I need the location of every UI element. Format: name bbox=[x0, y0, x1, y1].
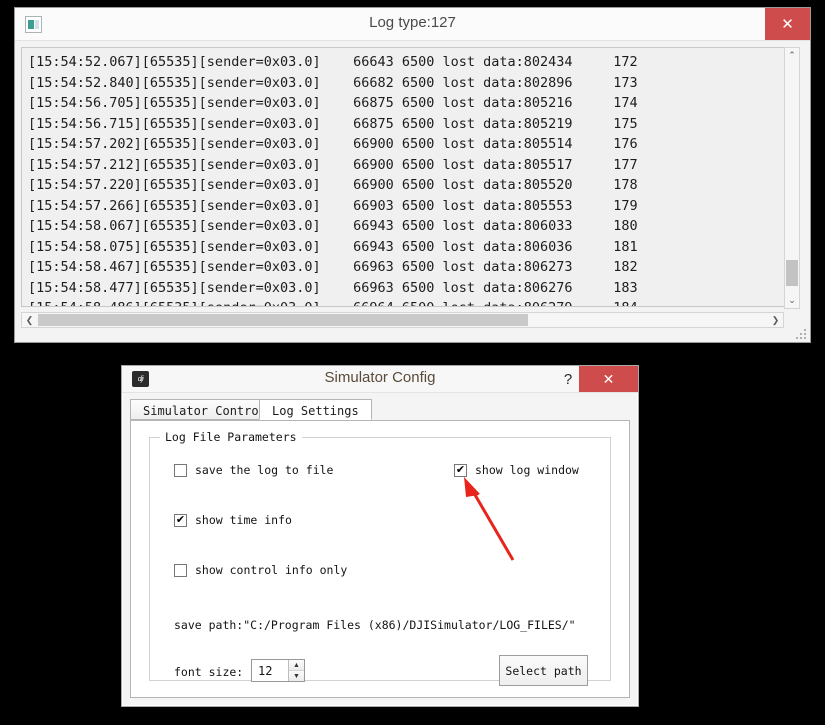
select-path-button[interactable]: Select path bbox=[499, 655, 588, 686]
checkbox-label: show time info bbox=[195, 513, 292, 527]
log-app-icon bbox=[25, 16, 42, 33]
checkbox-box-icon[interactable]: ✔ bbox=[174, 513, 187, 527]
log-window-titlebar[interactable]: Log type:127 ✕ bbox=[15, 8, 810, 41]
log-line: [15:54:58.467][65535][sender=0x03.0] 669… bbox=[28, 259, 638, 275]
font-size-label: font size: bbox=[174, 665, 244, 679]
config-dialog-titlebar[interactable]: dji Simulator Config ? ✕ bbox=[122, 366, 638, 393]
log-line: [15:54:57.266][65535][sender=0x03.0] 669… bbox=[28, 197, 638, 214]
dji-logo-icon: dji bbox=[132, 371, 149, 387]
config-dialog-content: Simulator Control Log Settings Log File … bbox=[130, 399, 630, 698]
resize-grip-icon[interactable] bbox=[796, 329, 806, 339]
log-vertical-scrollbar[interactable]: ⌃ ⌄ bbox=[784, 47, 800, 309]
tab-log-settings[interactable]: Log Settings bbox=[259, 399, 372, 420]
log-line: [15:54:57.202][65535][sender=0x03.0] 669… bbox=[28, 136, 638, 152]
log-window-body: [15:54:52.067][65535][sender=0x03.0] 666… bbox=[15, 41, 810, 342]
font-size-stepper[interactable]: 12 ▲ ▼ bbox=[251, 659, 305, 682]
log-file-parameters-group: Log File Parameters save the log to file… bbox=[149, 430, 611, 686]
log-line: [15:54:56.705][65535][sender=0x03.0] 668… bbox=[28, 95, 638, 111]
scroll-down-arrow-icon[interactable]: ⌄ bbox=[785, 293, 799, 308]
config-tabstrip: Simulator Control Log Settings bbox=[130, 399, 630, 420]
tab-simulator-control[interactable]: Simulator Control bbox=[130, 399, 279, 420]
horizontal-scrollbar-thumb[interactable] bbox=[38, 314, 528, 326]
log-line: [15:54:52.067][65535][sender=0x03.0] 666… bbox=[28, 54, 638, 70]
checkbox-box-icon[interactable] bbox=[174, 463, 187, 477]
checkbox-show-control-info-only[interactable]: show control info only bbox=[174, 563, 347, 577]
log-line: [15:54:57.220][65535][sender=0x03.0] 669… bbox=[28, 177, 638, 193]
stepper-down-icon[interactable]: ▼ bbox=[289, 671, 304, 681]
screen-root: Log type:127 ✕ [15:54:52.067][65535][sen… bbox=[0, 0, 825, 725]
checkbox-box-icon[interactable] bbox=[174, 563, 187, 577]
log-line: [15:54:56.715][65535][sender=0x03.0] 668… bbox=[28, 115, 638, 132]
log-line: [15:54:58.486][65535][sender=0x03.0] 669… bbox=[28, 298, 784, 306]
save-path-text: save path:"C:/Program Files (x86)/DJISim… bbox=[174, 618, 576, 632]
log-window-title: Log type:127 bbox=[369, 14, 456, 31]
log-line: [15:54:57.212][65535][sender=0x03.0] 669… bbox=[28, 156, 638, 173]
simulator-config-dialog: dji Simulator Config ? ✕ Simulator Contr… bbox=[121, 365, 639, 707]
log-window-close-button[interactable]: ✕ bbox=[765, 8, 810, 40]
stepper-buttons[interactable]: ▲ ▼ bbox=[288, 660, 304, 681]
log-line: [15:54:58.477][65535][sender=0x03.0] 669… bbox=[28, 279, 638, 296]
checkbox-save-the-log-to-file[interactable]: save the log to file bbox=[174, 463, 333, 477]
stepper-up-icon[interactable]: ▲ bbox=[289, 660, 304, 671]
log-line: [15:54:52.840][65535][sender=0x03.0] 666… bbox=[28, 74, 638, 91]
checkbox-show-time-info[interactable]: ✔ show time info bbox=[174, 513, 292, 527]
scroll-up-arrow-icon[interactable]: ⌃ bbox=[785, 48, 799, 63]
log-line: [15:54:58.067][65535][sender=0x03.0] 669… bbox=[28, 218, 638, 234]
checkbox-label: show control info only bbox=[195, 563, 348, 577]
log-file-parameters-label: Log File Parameters bbox=[160, 430, 302, 444]
checkbox-box-icon[interactable]: ✔ bbox=[454, 463, 467, 477]
checkbox-label: save the log to file bbox=[195, 463, 334, 477]
config-dialog-close-button[interactable]: ✕ bbox=[579, 366, 638, 392]
log-line: [15:54:58.075][65535][sender=0x03.0] 669… bbox=[28, 238, 638, 255]
scroll-left-arrow-icon[interactable]: ❮ bbox=[22, 313, 37, 327]
help-button[interactable]: ? bbox=[559, 368, 577, 390]
log-horizontal-scrollbar[interactable]: ❮ ❯ bbox=[21, 312, 784, 328]
scroll-right-arrow-icon[interactable]: ❯ bbox=[768, 313, 783, 327]
log-window: Log type:127 ✕ [15:54:52.067][65535][sen… bbox=[14, 7, 811, 343]
checkbox-show-log-window[interactable]: ✔ show log window bbox=[454, 463, 579, 477]
vertical-scrollbar-thumb[interactable] bbox=[786, 260, 798, 286]
checkbox-label: show log window bbox=[475, 463, 579, 477]
log-text-area[interactable]: [15:54:52.067][65535][sender=0x03.0] 666… bbox=[21, 47, 784, 307]
font-size-value[interactable]: 12 bbox=[252, 664, 288, 678]
log-settings-panel: Log File Parameters save the log to file… bbox=[130, 420, 630, 698]
